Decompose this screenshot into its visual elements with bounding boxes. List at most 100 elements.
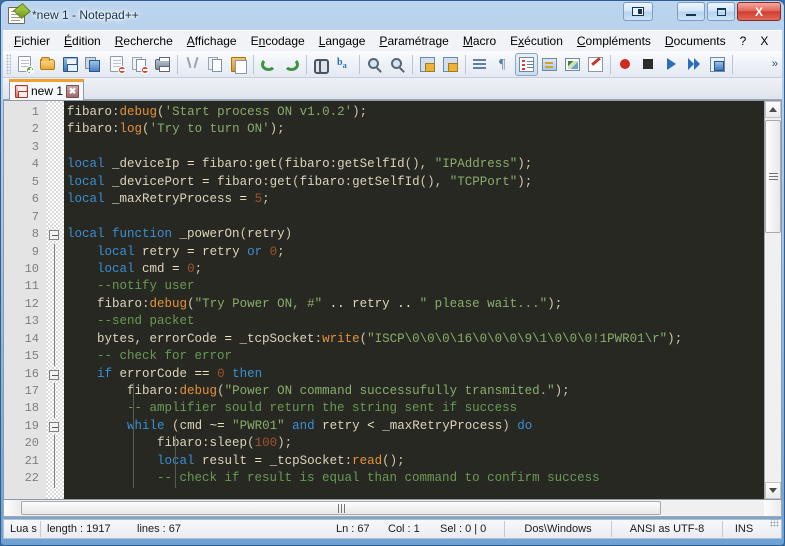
menu-close-doc[interactable]: X [753, 32, 775, 50]
save-all-icon[interactable] [82, 53, 105, 76]
new-file-icon[interactable] [13, 53, 36, 76]
paste-icon[interactable] [227, 53, 250, 76]
undo-icon[interactable] [257, 53, 280, 76]
fold-cell[interactable] [46, 418, 64, 435]
close-file-icon[interactable] [105, 53, 128, 76]
horizontal-scroll-thumb[interactable] [21, 501, 661, 515]
status-eol[interactable]: Dos\Windows [505, 520, 611, 538]
code-line: fibaro:log('Try to turn ON'); [67, 121, 764, 138]
fold-collapse-icon[interactable] [49, 369, 59, 380]
horizontal-scroll-track[interactable] [21, 500, 764, 516]
fold-cell [46, 313, 64, 331]
menu-recherche[interactable]: Recherche [108, 32, 180, 50]
redo-icon[interactable] [280, 53, 303, 76]
zoom-in-icon[interactable] [363, 53, 386, 76]
scroll-up-arrow[interactable] [765, 101, 781, 118]
vertical-scroll-thumb[interactable] [765, 120, 781, 233]
line-number: 1 [31, 105, 39, 119]
cut-icon[interactable] [181, 53, 204, 76]
record-macro-icon[interactable] [614, 53, 637, 76]
word-wrap-indent-icon[interactable] [469, 53, 492, 76]
code-token: getSelfId [352, 174, 420, 189]
menu-documents[interactable]: Documents [658, 32, 733, 50]
horizontal-scrollbar[interactable] [3, 500, 782, 517]
open-file-icon[interactable] [36, 53, 59, 76]
editor: 1 2 3 4 5 6 7 8 9 10 11 12 13 14 15 16 17 18 19 20 21 22 fiba… [3, 100, 782, 500]
fold-cell[interactable] [46, 226, 64, 243]
maximize-button[interactable] [707, 2, 735, 21]
code-token: ) [502, 418, 510, 433]
status-encoding[interactable]: ANSI as UTF-8 [612, 520, 722, 538]
menu-fichier[interactable]: Fichier [7, 32, 57, 50]
menu-help[interactable]: ? [733, 32, 754, 50]
code-token: function [112, 227, 173, 242]
menu-parametrage[interactable]: Paramétrage [372, 32, 455, 50]
replace-icon[interactable]: ba [333, 53, 356, 76]
code-line: fibaro:debug('Start process ON v1.0.2'); [67, 104, 764, 121]
menu-execution[interactable]: Exécution [503, 32, 570, 50]
copy-icon[interactable] [204, 53, 227, 76]
save-macro-icon[interactable] [706, 53, 729, 76]
scroll-right-arrow[interactable] [764, 500, 781, 516]
code-token: ) [667, 331, 675, 346]
minimize-button[interactable] [677, 2, 705, 21]
fold-cell [46, 400, 64, 418]
run-multi-macro-icon[interactable] [683, 53, 706, 76]
menu-complements[interactable]: Compléments [570, 32, 658, 50]
tab-new-1[interactable]: new 1 ✖ [9, 79, 85, 100]
pilcrow-icon[interactable]: ¶ [492, 53, 515, 76]
menu-affichage[interactable]: Affichage [180, 32, 244, 50]
sync-scroll-h-icon[interactable] [439, 53, 462, 76]
stop-macro-icon[interactable] [637, 53, 660, 76]
code-token: retry [194, 244, 248, 259]
print-icon[interactable] [151, 53, 174, 76]
fold-cell [46, 243, 64, 261]
code-text-area[interactable]: fibaro:debug('Start process ON v1.0.2');… [64, 101, 764, 499]
toolbar-grip[interactable] [6, 54, 11, 74]
toolbar-overflow-chevron-icon[interactable]: » [772, 58, 778, 70]
fold-collapse-icon[interactable] [49, 421, 59, 432]
scroll-down-arrow[interactable] [765, 482, 781, 499]
all-chars-icon[interactable] [515, 52, 538, 76]
line-number: 20 [24, 436, 39, 451]
wrap-lines-icon[interactable] [538, 53, 561, 76]
menu-macro[interactable]: Macro [456, 32, 503, 50]
code-token: "PWR01" [232, 418, 285, 433]
line-number: 12 [24, 296, 39, 311]
code-token: : [112, 105, 120, 119]
vertical-scrollbar[interactable] [764, 101, 781, 499]
scroll-left-arrow[interactable] [4, 500, 21, 516]
sync-scroll-v-icon[interactable] [416, 53, 439, 76]
zoom-out-icon[interactable] [386, 53, 409, 76]
menu-edition[interactable]: Édition [57, 32, 108, 50]
fold-line [53, 330, 55, 349]
status-language[interactable]: Lua s [4, 520, 40, 538]
fold-collapse-icon[interactable] [49, 230, 59, 241]
code-token: cmd [134, 261, 173, 276]
close-button[interactable]: X [737, 2, 781, 21]
vertical-scroll-track[interactable] [765, 233, 781, 482]
user-language-icon[interactable] [584, 53, 607, 76]
play-macro-icon[interactable] [660, 53, 683, 76]
fold-cell[interactable] [46, 366, 64, 383]
editor-area[interactable]: 1 2 3 4 5 6 7 8 9 10 11 12 13 14 15 16 17 18 19 20 21 22 fiba… [4, 101, 764, 499]
status-insert-mode[interactable]: INS [723, 520, 765, 538]
toolbar-separator [610, 54, 611, 74]
fold-line [53, 243, 55, 261]
find-icon[interactable] [310, 53, 333, 76]
code-token: = [172, 261, 180, 276]
menu-langage[interactable]: Langage [312, 32, 373, 50]
code-line: local _devicePort = fibaro:get(fibaro:ge… [67, 174, 764, 191]
save-icon[interactable] [59, 53, 82, 76]
menu-encodage[interactable]: Encodage [244, 32, 312, 50]
doc-map-icon[interactable] [561, 53, 584, 76]
fold-margin[interactable] [46, 101, 64, 499]
line-number: 7 [31, 209, 39, 224]
close-all-files-icon[interactable] [128, 53, 151, 76]
dual-view-icon[interactable] [623, 2, 653, 21]
tab-close-icon[interactable]: ✖ [66, 84, 80, 98]
code-token: : [112, 122, 120, 137]
